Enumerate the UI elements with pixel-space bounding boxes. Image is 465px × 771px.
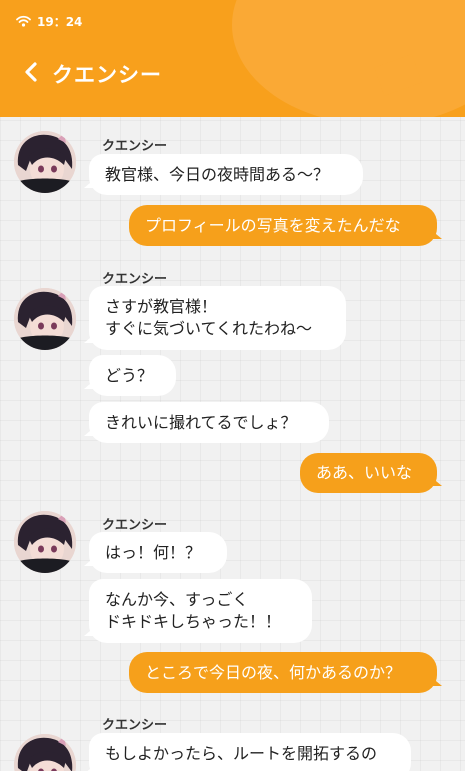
avatar[interactable] [14,734,76,771]
message-list[interactable]: クエンシー 教官様、今日の夜時間ある～？ プロフィールの写真を変えたんだな クエ… [0,117,465,771]
header: 19：24 クエンシー [0,0,465,117]
status-time: 19：24 [37,14,83,29]
page-title: クエンシー [52,63,162,87]
incoming-message[interactable]: 教官様、今日の夜時間ある～？ [89,154,363,195]
incoming-message[interactable]: どう？ [89,355,176,396]
back-button[interactable] [20,61,42,87]
incoming-message[interactable]: もしよかったら、ルートを開拓するの [89,733,411,771]
chevron-left-icon [24,62,38,86]
avatar[interactable] [14,288,76,350]
incoming-message[interactable]: きれいに撮れてるでしょ？ [89,402,329,443]
incoming-message[interactable]: はっ！何！？ [89,532,227,573]
chat-screen: 19：24 クエンシー クエンシー 教官様、今日の夜時間ある～？ プロフィールの… [0,0,465,771]
status-bar: 19：24 [16,12,82,30]
sender-name: クエンシー [102,272,168,287]
sender-name: クエンシー [102,139,168,154]
incoming-message[interactable]: さすが教官様！ すぐに気づいてくれたわね～ [89,286,346,350]
avatar[interactable] [14,511,76,573]
outgoing-message[interactable]: ああ、いいな [300,453,437,493]
sender-name: クエンシー [102,518,168,533]
outgoing-message[interactable]: ところで今日の夜、何かあるのか？ [129,652,437,693]
incoming-message[interactable]: なんか今、すっごく ドキドキしちゃった！！ [89,579,312,643]
outgoing-message[interactable]: プロフィールの写真を変えたんだな [129,205,437,246]
wifi-icon [16,15,31,27]
sender-name: クエンシー [102,718,168,733]
avatar[interactable] [14,131,76,193]
